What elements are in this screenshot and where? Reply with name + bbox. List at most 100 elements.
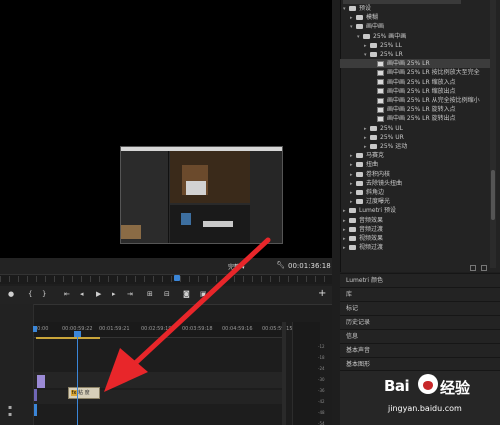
- effects-tree-folder[interactable]: ▸ 扭曲: [350, 160, 378, 169]
- effects-tree-folder[interactable]: ▸ 25% UR: [364, 133, 404, 142]
- folder-icon: [356, 190, 363, 195]
- effects-tree-label: 画中画 25% LR: [387, 60, 430, 68]
- add-button[interactable]: +: [318, 288, 326, 299]
- effects-tree-folder[interactable]: ▸ 过度曝光: [350, 197, 390, 206]
- folder-icon: [356, 15, 363, 21]
- effects-tree-folder[interactable]: ▸ 音频过渡: [343, 225, 383, 234]
- effects-tree-label: 画中画 25% LR 缩放入点: [387, 78, 456, 86]
- folder-icon: [370, 42, 377, 48]
- effects-tree-label: 25% 画中画: [373, 32, 407, 40]
- effects-tree-preset[interactable]: 画中画 25% LR 从完全按比例缩小: [371, 96, 480, 105]
- effects-tree-folder[interactable]: ▸ 斜角边: [350, 188, 384, 197]
- fit-select[interactable]: 完整 ▾: [228, 262, 245, 271]
- effects-tree-label: 画中画 25% LR 旋转出点: [387, 115, 456, 123]
- preset-icon: [377, 97, 384, 104]
- effects-tree-preset[interactable]: 画中画 25% LR 旋转入点: [371, 105, 456, 114]
- go-to-out-icon[interactable]: ⇥: [127, 289, 133, 299]
- add-marker-icon[interactable]: ●: [8, 289, 14, 299]
- button-editor-icon[interactable]: ▣: [200, 289, 207, 299]
- effects-tree-folder[interactable]: ▾ 25% LR: [364, 50, 403, 59]
- video-track[interactable]: [34, 372, 282, 388]
- panel-libraries[interactable]: 库: [340, 287, 500, 301]
- timeline-clip[interactable]: [37, 375, 45, 388]
- effects-tree-folder[interactable]: ▸ 模糊: [350, 13, 378, 22]
- fit-select-value: 完整: [228, 264, 241, 271]
- timeline-playhead-line[interactable]: [77, 333, 78, 425]
- wrench-icon[interactable]: 🔧︎: [276, 261, 285, 269]
- delete-icon[interactable]: [481, 265, 487, 271]
- audio-meter: [292, 322, 320, 425]
- effects-tree-label: 画中画 25% LR 按比例放大至完全: [387, 69, 480, 77]
- panel-markers[interactable]: 标记: [340, 301, 500, 315]
- effects-tree-folder[interactable]: ▸ 去除镜头扭曲: [350, 179, 402, 188]
- timeline-clip[interactable]: [34, 389, 37, 401]
- effects-tree-preset[interactable]: 画中画 25% LR: [340, 59, 490, 69]
- effects-tree-folder[interactable]: ▸ 25% LL: [364, 41, 402, 50]
- preset-icon: [377, 60, 384, 67]
- panel-lumetri-color[interactable]: Lumetri 颜色: [340, 273, 500, 287]
- mark-in-icon[interactable]: {: [28, 289, 32, 299]
- overwrite-icon[interactable]: ⊟: [164, 289, 170, 299]
- meter-tick-label: -48: [318, 410, 325, 415]
- folder-icon: [370, 125, 377, 131]
- timeline-playhead[interactable]: [74, 331, 81, 337]
- track-lock-icon[interactable]: ▪ ▪: [8, 404, 12, 418]
- panel-info[interactable]: 信息: [340, 329, 500, 343]
- effects-tree-folder[interactable]: ▾ 预设: [343, 4, 371, 13]
- effects-tree-label: 斜角边: [366, 189, 385, 196]
- watermark-url: jingyan.baidu.com: [388, 404, 462, 413]
- effects-tree-folder[interactable]: ▾ 25% 画中画: [357, 32, 406, 41]
- effects-tree-label: 画中画: [366, 23, 385, 31]
- scrub-playhead[interactable]: [174, 275, 180, 281]
- effects-tree-label: 音频过渡: [359, 225, 384, 233]
- effects-tree-preset[interactable]: 画中画 25% LR 缩放入点: [371, 78, 456, 87]
- effects-tree-folder[interactable]: ▸ 视频过渡: [343, 243, 383, 252]
- effects-tree-folder[interactable]: ▸ 视频效果: [343, 234, 383, 243]
- meter-tick-label: -42: [318, 399, 325, 404]
- effects-tree-folder[interactable]: ▾ 画中画: [350, 22, 384, 31]
- new-bin-icon[interactable]: [470, 265, 476, 271]
- effects-tree-label: 画中画 25% LR 旋转入点: [387, 106, 456, 114]
- folder-icon: [356, 180, 363, 186]
- step-forward-icon[interactable]: ▸: [112, 289, 116, 299]
- effects-tree-label: 去除镜头扭曲: [366, 179, 403, 187]
- mark-out-icon[interactable]: }: [42, 289, 46, 299]
- folder-icon: [356, 199, 363, 205]
- panel-history[interactable]: 历史记录: [340, 315, 500, 329]
- play-icon[interactable]: ▶: [96, 289, 101, 299]
- effects-scrollbar[interactable]: [490, 0, 496, 268]
- effects-tree-preset[interactable]: 画中画 25% LR 缩放出点: [371, 87, 456, 96]
- effects-tree-label: Lumetri 预设: [359, 207, 396, 215]
- folder-icon: [370, 144, 377, 149]
- effects-tree-label: 25% UR: [380, 133, 404, 141]
- effects-tree-label: 画中画 25% LR 缩放出点: [387, 87, 456, 95]
- effects-tree-folder[interactable]: ▸ 音频效果: [343, 216, 383, 225]
- effects-tree-label: 预设: [359, 5, 372, 12]
- folder-icon: [356, 153, 363, 159]
- effects-tree-label: 模糊: [366, 14, 379, 22]
- effects-tree-folder[interactable]: ▸ 25% 运动: [364, 142, 407, 151]
- meter-tick-label: -18: [318, 355, 325, 360]
- effects-tree-label: 25% 运动: [380, 143, 408, 150]
- step-back-icon[interactable]: ◂: [80, 289, 84, 299]
- insert-icon[interactable]: ⊞: [147, 289, 153, 299]
- timeline-clip[interactable]: [34, 404, 37, 416]
- effects-tree-folder[interactable]: ▸ 25% UL: [364, 124, 403, 133]
- export-frame-icon[interactable]: ◙: [183, 289, 190, 299]
- embedded-screenshot-image: [120, 146, 283, 244]
- scrub-ticks: [0, 276, 332, 282]
- effects-tree-folder[interactable]: ▸ 马赛克: [350, 151, 384, 160]
- panel-essential-graphics[interactable]: 基本图形: [340, 357, 500, 371]
- text-clip-label: 粘 度: [78, 390, 90, 396]
- timeline-scrollbar[interactable]: [282, 322, 286, 425]
- meter-tick-label: -24: [318, 366, 325, 371]
- effects-tree-folder[interactable]: ▸ 卷积内核: [350, 170, 390, 179]
- ruler-tick-label: 00:04:59:16: [222, 326, 253, 332]
- panel-essential-sound[interactable]: 基本声音: [340, 343, 500, 357]
- timecode-display[interactable]: 00:01:36:18: [288, 262, 331, 270]
- chevron-down-icon: ▾: [242, 265, 245, 271]
- effects-tree-preset[interactable]: 画中画 25% LR 按比例放大至完全: [371, 68, 480, 77]
- effects-tree-folder[interactable]: ▸ Lumetri 预设: [343, 206, 396, 215]
- effects-tree-preset[interactable]: 画中画 25% LR 旋转出点: [371, 114, 456, 123]
- go-to-in-icon[interactable]: ⇤: [64, 289, 70, 299]
